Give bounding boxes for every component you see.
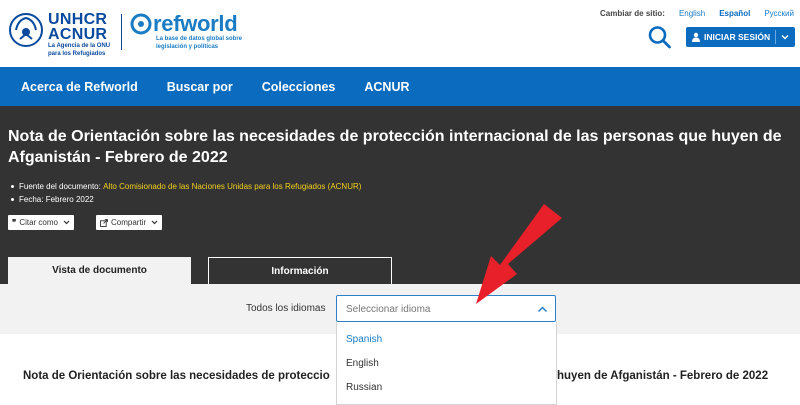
share-label: Compartir [111,218,147,227]
site-header: UNHCR ACNUR La Agencia de la ONU para lo… [0,0,800,67]
document-body-title-end: huyen de Afganistán - Febrero de 2022 [557,370,769,382]
unhcr-emblem-icon [9,13,43,47]
cite-as-button[interactable]: ❞ Citar como [8,215,74,230]
cite-label: Citar como [19,218,58,227]
unhcr-title-en: UNHCR [48,11,108,28]
share-icon [100,218,108,227]
refworld-logo[interactable]: refworld La base de datos global sobre l… [130,13,242,51]
login-button[interactable]: INICIAR SESIÓN [686,27,795,47]
language-option-russian[interactable]: Russian [337,375,556,399]
date-value: Febrero 2022 [45,195,94,204]
chevron-down-icon [63,220,70,225]
unhcr-wordmark: UNHCR ACNUR La Agencia de la ONU para lo… [48,12,110,58]
login-label: INICIAR SESIÓN [704,32,771,42]
tab-information[interactable]: Información [208,257,392,284]
all-languages-label: Todos los idiomas [246,303,326,314]
language-option-spanish[interactable]: Spanish [337,327,556,351]
logo-divider [121,14,122,50]
unhcr-logo[interactable]: UNHCR ACNUR La Agencia de la ONU para lo… [8,12,110,58]
unhcr-tagline-2: para los Refugiados [48,51,106,57]
page: UNHCR ACNUR La Agencia de la ONU para lo… [0,0,800,405]
document-meta: Fuente del documento: Alto Comisionado d… [11,180,361,206]
language-dropdown-menu: Spanish English Russian [336,322,557,405]
language-select-placeholder: Seleccionar idioma [346,304,431,315]
lang-english-link[interactable]: English [679,9,705,18]
refworld-tagline-2: legislación y políticas [156,44,219,50]
search-icon[interactable] [647,25,673,49]
share-button[interactable]: Compartir [96,215,163,230]
nav-item-search-by[interactable]: Buscar por [167,80,233,94]
tab-document-view[interactable]: Vista de documento [8,257,191,284]
main-nav: Acerca de Refworld Buscar por Coleccione… [0,67,800,106]
site-switch-label: Cambiar de sitio: [600,9,665,18]
login-separator [775,30,777,44]
refworld-name: refworld [153,11,238,36]
bullet [11,198,14,201]
date-label: Fecha: [19,195,44,204]
nav-item-unhcr[interactable]: ACNUR [364,80,409,94]
source-link[interactable]: Alto Comisionado de las Naciones Unidas … [103,180,361,193]
refworld-tagline-1: La base de datos global sobre [156,36,243,42]
lang-russian-link[interactable]: Русский [764,9,794,18]
nav-item-collections[interactable]: Colecciones [262,80,336,94]
lang-spanish-link[interactable]: Español [719,9,750,18]
nav-item-about[interactable]: Acerca de Refworld [21,80,138,94]
user-icon [692,32,700,42]
red-arrow-annotation [476,204,562,304]
language-option-english[interactable]: English [337,351,556,375]
refworld-globe-icon [130,13,152,35]
chevron-down-icon [151,220,158,225]
unhcr-tagline-1: La Agencia de la ONU [48,43,111,49]
chevron-down-icon[interactable] [781,33,789,41]
source-label: Fuente del documento: [19,182,101,191]
site-switcher: Cambiar de sitio: English Español Русски… [600,9,794,18]
document-body-title-start: Nota de Orientación sobre las necesidade… [23,370,330,382]
unhcr-title-es: ACNUR [48,26,108,43]
bullet [11,185,14,188]
page-title: Nota de Orientación sobre las necesidade… [8,128,782,166]
quote-icon: ❞ [12,218,17,227]
